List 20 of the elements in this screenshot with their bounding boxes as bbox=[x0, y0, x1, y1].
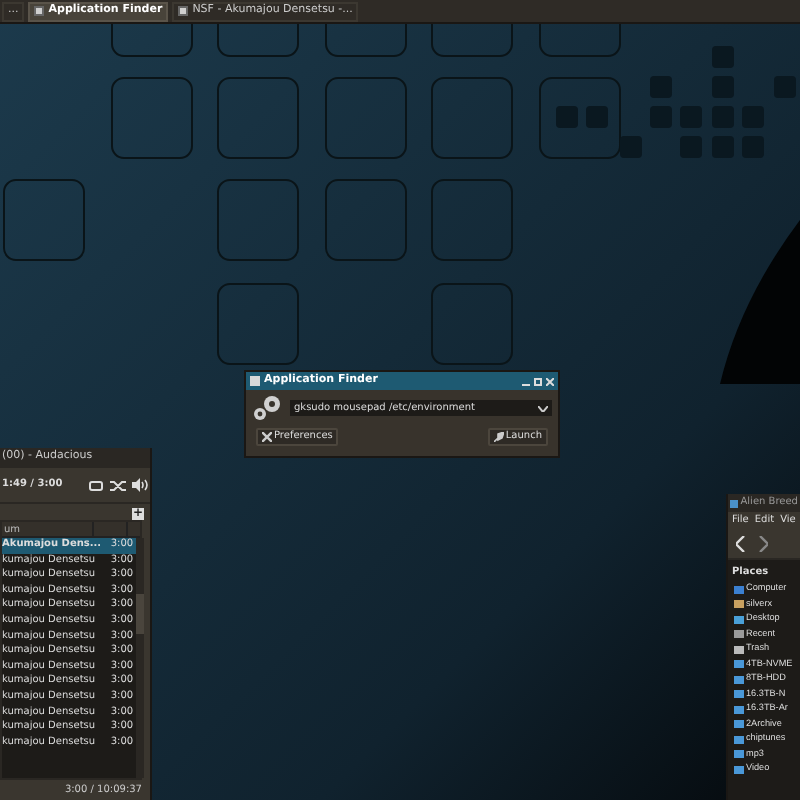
scrollbar[interactable] bbox=[135, 538, 144, 778]
scrollbar-thumb[interactable] bbox=[135, 594, 144, 634]
trash-icon bbox=[734, 645, 744, 654]
close-icon[interactable] bbox=[546, 377, 554, 385]
repeat-icon[interactable] bbox=[88, 479, 104, 491]
window-icon bbox=[250, 376, 260, 386]
maximize-icon[interactable] bbox=[534, 377, 542, 385]
rocket-icon bbox=[493, 432, 504, 442]
dropdown-caret-icon bbox=[538, 405, 548, 411]
home-icon bbox=[734, 600, 744, 609]
recent-icon bbox=[734, 630, 744, 639]
minimize-icon[interactable] bbox=[522, 383, 530, 385]
folder-icon bbox=[730, 499, 739, 507]
window-icon bbox=[34, 6, 45, 16]
shuffle-icon[interactable] bbox=[110, 479, 126, 491]
gears-icon bbox=[252, 394, 284, 422]
window-icon bbox=[178, 6, 189, 16]
desktop-icon bbox=[734, 615, 744, 624]
volume-icon[interactable] bbox=[132, 478, 148, 492]
computer-icon bbox=[734, 585, 744, 594]
